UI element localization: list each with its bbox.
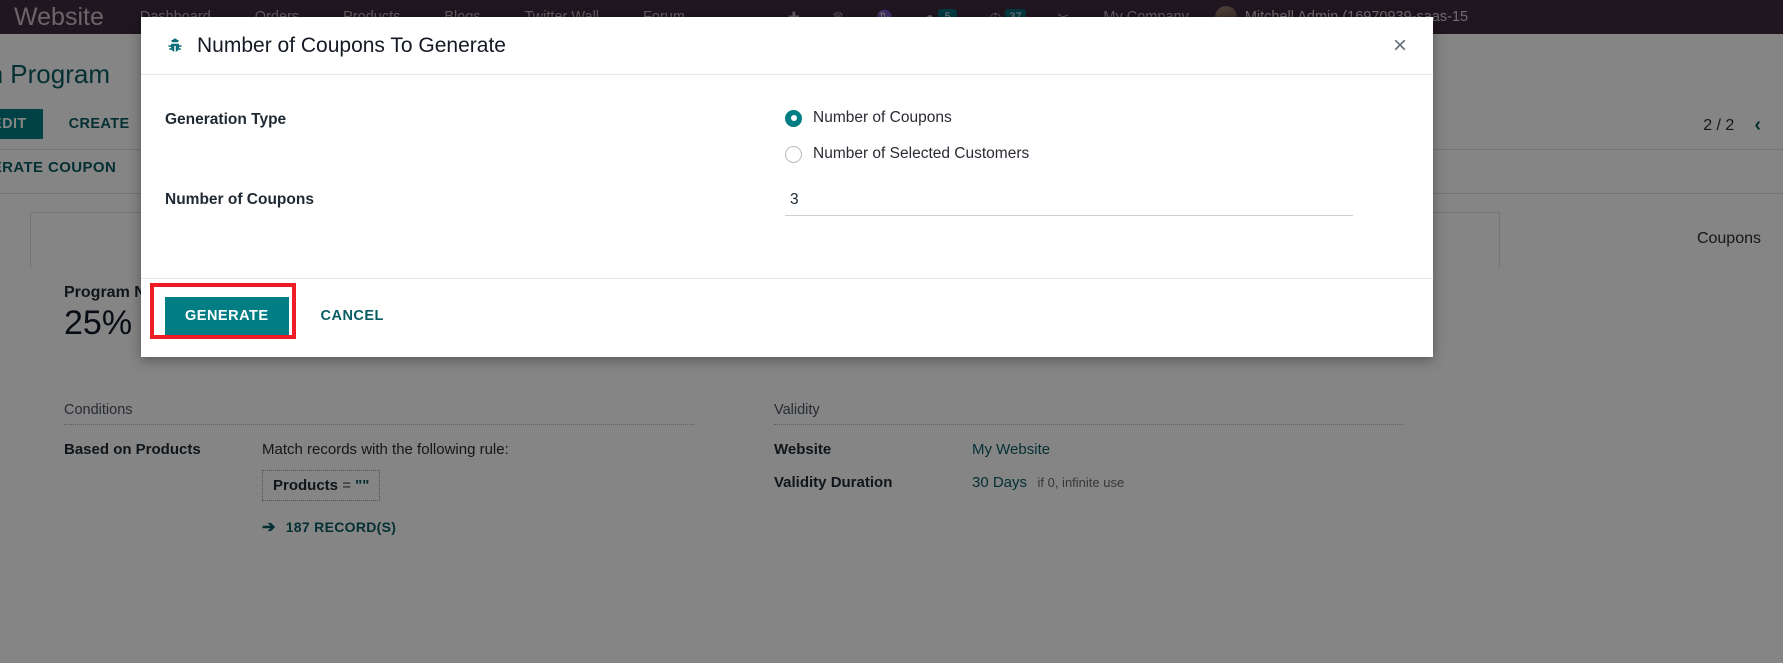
generation-type-label: Generation Type bbox=[165, 111, 287, 128]
dialog-footer: GENERATE CANCEL bbox=[141, 278, 1433, 357]
number-of-coupons-input[interactable] bbox=[785, 189, 1353, 216]
app-root: Website Dashboard Orders Products Blogs … bbox=[0, 0, 1783, 663]
generation-type-options: Number of Coupons Number of Selected Cus… bbox=[785, 109, 1409, 163]
generate-button[interactable]: GENERATE bbox=[165, 297, 289, 335]
dialog-title: Number of Coupons To Generate bbox=[197, 33, 506, 57]
dialog-body: Generation Type Number of Coupons Number… bbox=[141, 75, 1433, 278]
radio-indicator-selected[interactable] bbox=[785, 109, 802, 127]
radio-number-of-coupons[interactable]: Number of Coupons bbox=[785, 109, 1409, 127]
number-of-coupons-label: Number of Coupons bbox=[165, 191, 314, 208]
close-icon[interactable]: × bbox=[1387, 33, 1413, 59]
generation-type-row: Generation Type Number of Coupons Number… bbox=[141, 109, 1433, 163]
number-of-coupons-control bbox=[785, 189, 1409, 216]
radio-number-of-coupons-label: Number of Coupons bbox=[813, 109, 952, 126]
radio-indicator-unselected[interactable] bbox=[785, 145, 802, 163]
dialog-header: Number of Coupons To Generate × bbox=[141, 17, 1433, 75]
cancel-button[interactable]: CANCEL bbox=[307, 297, 398, 335]
radio-number-of-selected-customers-label: Number of Selected Customers bbox=[813, 145, 1030, 162]
number-of-coupons-row: Number of Coupons bbox=[141, 189, 1433, 216]
bug-icon bbox=[165, 36, 185, 56]
coupon-generation-dialog: Number of Coupons To Generate × Generati… bbox=[141, 17, 1433, 357]
radio-number-of-selected-customers[interactable]: Number of Selected Customers bbox=[785, 145, 1409, 163]
